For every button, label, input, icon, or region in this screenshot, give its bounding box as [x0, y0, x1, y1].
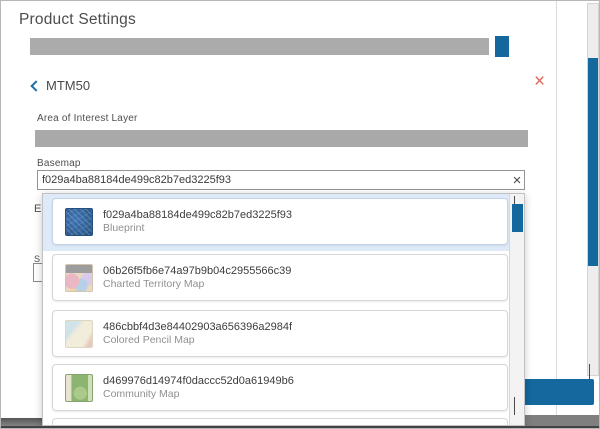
basemap-option[interactable]: 486cbbf4d3e84402903a656396a2984f Colored… [52, 310, 508, 357]
dropdown-scroll-down-icon[interactable] [514, 397, 515, 415]
basemap-thumbnail-icon [65, 264, 93, 292]
close-icon[interactable]: × [534, 72, 545, 91]
page-scrollbar-thumb[interactable] [588, 58, 598, 266]
dropdown-scrollbar-thumb[interactable] [512, 204, 523, 232]
basemap-thumbnail-icon [65, 208, 93, 236]
basemap-option-name: Community Map [103, 388, 294, 401]
dropdown-scrollbar-track[interactable] [509, 194, 524, 425]
basemap-input[interactable] [37, 170, 525, 190]
area-of-interest-label: Area of Interest Layer [37, 113, 138, 124]
basemap-option-id: 486cbbf4d3e84402903a656396a2984f [103, 320, 292, 334]
covered-field-label-fragment: E [34, 203, 41, 215]
product-settings-modal: Product Settings MTM50 × Area of Interes… [0, 0, 600, 429]
basemap-option-name: Colored Pencil Map [103, 334, 292, 347]
basemap-label: Basemap [37, 158, 81, 169]
basemap-dropdown: f029a4ba88184de499c82b7ed3225f93 Bluepri… [42, 193, 525, 426]
back-button[interactable]: MTM50 [32, 75, 90, 95]
basemap-option[interactable]: 06b26f5fb6e74a97b9b04c2955566c39 Charted… [52, 254, 508, 301]
basemap-option-id: f029a4ba88184de499c82b7ed3225f93 [103, 208, 292, 222]
chevron-left-icon [30, 80, 41, 91]
basemap-option-id: d469976d14974f0daccc52d0a61949b6 [103, 374, 294, 388]
product-name-label: MTM50 [46, 78, 90, 93]
clear-input-icon[interactable]: × [509, 172, 525, 188]
modal-right-border [556, 1, 557, 418]
basemap-thumbnail-icon [65, 374, 93, 402]
basemap-option-name: Charted Territory Map [103, 278, 291, 291]
area-of-interest-redacted-value [35, 130, 528, 147]
basemap-option-name: Blueprint [103, 222, 292, 235]
redacted-field-bar [30, 38, 489, 55]
basemap-option[interactable]: f029a4ba88184de499c82b7ed3225f93 Bluepri… [52, 198, 508, 245]
basemap-thumbnail-icon [65, 320, 93, 348]
basemap-option-partial[interactable] [52, 418, 508, 426]
basemap-option[interactable]: d469976d14974f0daccc52d0a61949b6 Communi… [52, 364, 508, 411]
page-title: Product Settings [19, 11, 136, 29]
basemap-option-id: 06b26f5fb6e74a97b9b04c2955566c39 [103, 264, 291, 278]
bar-end-cap [495, 36, 509, 57]
